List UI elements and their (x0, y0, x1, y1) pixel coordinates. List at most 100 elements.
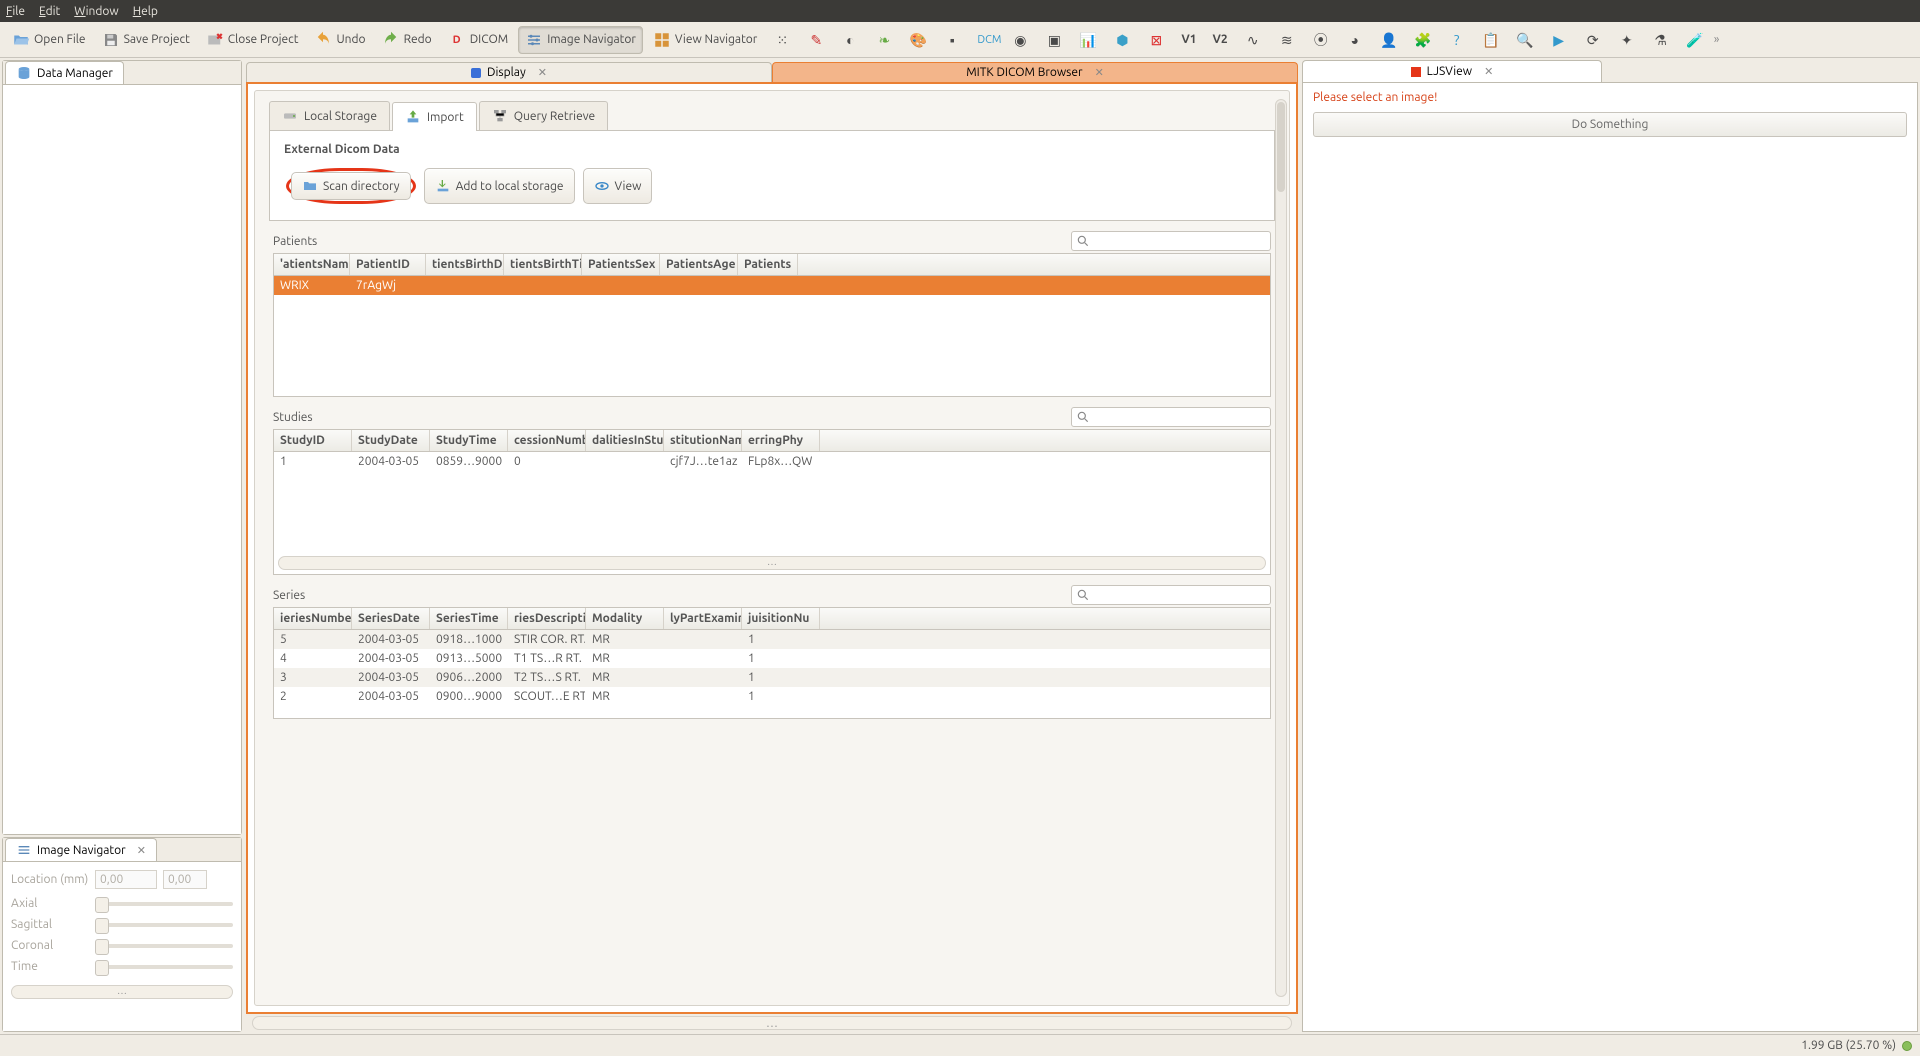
open-file-button[interactable]: Open File (6, 27, 92, 53)
tool-icon-1[interactable]: ⁙ (767, 27, 797, 53)
axial-slider[interactable] (95, 902, 233, 906)
location-a-input[interactable] (95, 870, 157, 889)
scan-directory-button[interactable]: Scan directory (291, 172, 411, 200)
image-navigator-toggle[interactable]: Image Navigator (518, 26, 643, 54)
tool-icon-23[interactable]: ⟳ (1578, 27, 1608, 53)
table-row[interactable]: 22004-03-050900…9000SCOUT…E RT.MR1 (274, 687, 1270, 706)
tool-icon-8[interactable]: ◉ (1005, 27, 1035, 53)
table-row[interactable]: 12004-03-050859…90000cjf7J…te1azFLp8x…QW (274, 452, 1270, 471)
table-row[interactable]: 52004-03-050918…1000STIR COR. RT.MR1 (274, 630, 1270, 649)
menu-file[interactable]: File (6, 5, 25, 18)
view-button[interactable]: View (583, 168, 653, 204)
column-header[interactable]: riesDescripti (508, 608, 586, 629)
column-header[interactable]: erringPhy (742, 430, 820, 451)
column-header[interactable]: ieriesNumbe (274, 608, 352, 629)
tool-icon-25[interactable]: ⚗ (1646, 27, 1676, 53)
tool-icon-10[interactable]: 📊 (1073, 27, 1103, 53)
table-row[interactable]: WRIX7rAgWj (274, 276, 1270, 295)
close-project-button[interactable]: Close Project (200, 27, 305, 53)
close-icon[interactable]: ✕ (538, 66, 547, 79)
tool-icon-24[interactable]: ✦ (1612, 27, 1642, 53)
close-icon[interactable]: ✕ (137, 844, 146, 857)
tool-icon-2[interactable]: ✎ (801, 27, 831, 53)
tool-icon-5[interactable]: 🎨 (903, 27, 933, 53)
column-header[interactable]: StudyDate (352, 430, 430, 451)
tool-icon-3[interactable]: ◐ (835, 27, 865, 53)
tool-icon-4[interactable]: ❧ (869, 27, 899, 53)
ljsview-tab[interactable]: LJSView ✕ (1302, 60, 1602, 82)
column-header[interactable]: SeriesTime (430, 608, 508, 629)
tool-icon-16[interactable]: ◕ (1340, 27, 1370, 53)
tool-icon-17[interactable]: 👤 (1374, 27, 1404, 53)
view-navigator-button[interactable]: View Navigator (647, 27, 763, 53)
column-header[interactable]: cessionNumb (508, 430, 586, 451)
dicom-browser-tab[interactable]: MITK DICOM Browser ✕ (772, 62, 1298, 82)
data-manager-tab[interactable]: Data Manager (5, 61, 124, 84)
v2-button[interactable]: V2 (1207, 29, 1234, 50)
tool-icon-12[interactable]: ⊠ (1141, 27, 1171, 53)
tool-icon-26[interactable]: 🧪 (1680, 27, 1710, 53)
tool-icon-13[interactable]: ∿ (1238, 27, 1268, 53)
image-navigator-tab[interactable]: Image Navigator ✕ (5, 838, 157, 861)
menu-window[interactable]: Window (74, 5, 118, 18)
toolbar-overflow[interactable]: » (1714, 33, 1726, 46)
table-row[interactable]: 32004-03-050906…2000T2 TS…S RT.MR1 (274, 668, 1270, 687)
studies-search[interactable] (1071, 407, 1271, 427)
column-header[interactable]: lyPartExamin (664, 608, 742, 629)
redo-button[interactable]: Redo (376, 27, 438, 53)
column-header[interactable]: dalitiesInStu (586, 430, 664, 451)
column-header[interactable]: PatientsAge (660, 254, 738, 275)
sagittal-slider[interactable] (95, 923, 233, 927)
studies-body[interactable]: 12004-03-050859…90000cjf7J…te1azFLp8x…QW (274, 452, 1270, 552)
do-something-button[interactable]: Do Something (1313, 112, 1907, 137)
column-header[interactable]: stitutionNam (664, 430, 742, 451)
data-manager-body[interactable] (3, 85, 241, 834)
import-tab[interactable]: Import (392, 102, 477, 131)
column-header[interactable]: Modality (586, 608, 664, 629)
center-bottom-hscroll[interactable] (252, 1016, 1292, 1030)
tool-icon-20[interactable]: 📋 (1476, 27, 1506, 53)
tool-icon-15[interactable]: ⦿ (1306, 27, 1336, 53)
series-body[interactable]: 52004-03-050918…1000STIR COR. RT.MR14200… (274, 630, 1270, 718)
patients-body[interactable]: WRIX7rAgWj (274, 276, 1270, 396)
query-retrieve-tab[interactable]: Query Retrieve (479, 101, 608, 130)
close-icon[interactable]: ✕ (1095, 66, 1104, 79)
tool-icon-21[interactable]: 🔍 (1510, 27, 1540, 53)
imgnav-hscroll[interactable] (11, 985, 233, 999)
add-to-local-storage-button[interactable]: Add to local storage (424, 168, 575, 204)
display-tab[interactable]: Display ✕ (246, 62, 772, 82)
patients-search[interactable] (1071, 231, 1271, 251)
tool-icon-14[interactable]: ≋ (1272, 27, 1302, 53)
column-header[interactable]: tientsBirthTi (504, 254, 582, 275)
tool-icon-11[interactable]: ⬢ (1107, 27, 1137, 53)
coronal-slider[interactable] (95, 944, 233, 948)
table-row[interactable]: 42004-03-050913…5000T1 TS…R RT.MR1 (274, 649, 1270, 668)
dicom-button[interactable]: D DICOM (442, 27, 515, 53)
column-header[interactable]: StudyTime (430, 430, 508, 451)
menu-edit[interactable]: Edit (39, 5, 60, 18)
column-header[interactable]: StudyID (274, 430, 352, 451)
location-b-input[interactable] (163, 870, 207, 889)
close-icon[interactable]: ✕ (1484, 65, 1493, 78)
tool-icon-9[interactable]: ▣ (1039, 27, 1069, 53)
save-project-button[interactable]: Save Project (96, 27, 196, 53)
column-header[interactable]: tientsBirthD; (426, 254, 504, 275)
tool-icon-22[interactable]: ▶ (1544, 27, 1574, 53)
inner-vscroll[interactable] (1275, 99, 1287, 997)
column-header[interactable]: juisitionNu (742, 608, 820, 629)
menu-help[interactable]: Help (133, 5, 158, 18)
tool-icon-6[interactable]: ▪ (937, 27, 967, 53)
studies-hscroll[interactable] (278, 556, 1266, 570)
undo-button[interactable]: Undo (308, 27, 371, 53)
v1-button[interactable]: V1 (1175, 29, 1202, 50)
column-header[interactable]: 'atientsName (274, 254, 350, 275)
tool-icon-7[interactable]: DCM (971, 27, 1001, 53)
series-search[interactable] (1071, 585, 1271, 605)
column-header[interactable]: PatientsSex (582, 254, 660, 275)
local-storage-tab[interactable]: Local Storage (269, 101, 390, 130)
column-header[interactable]: Patients (738, 254, 798, 275)
tool-icon-19[interactable]: ? (1442, 27, 1472, 53)
tool-icon-18[interactable]: 🧩 (1408, 27, 1438, 53)
time-slider[interactable] (95, 965, 233, 969)
column-header[interactable]: PatientID (350, 254, 426, 275)
